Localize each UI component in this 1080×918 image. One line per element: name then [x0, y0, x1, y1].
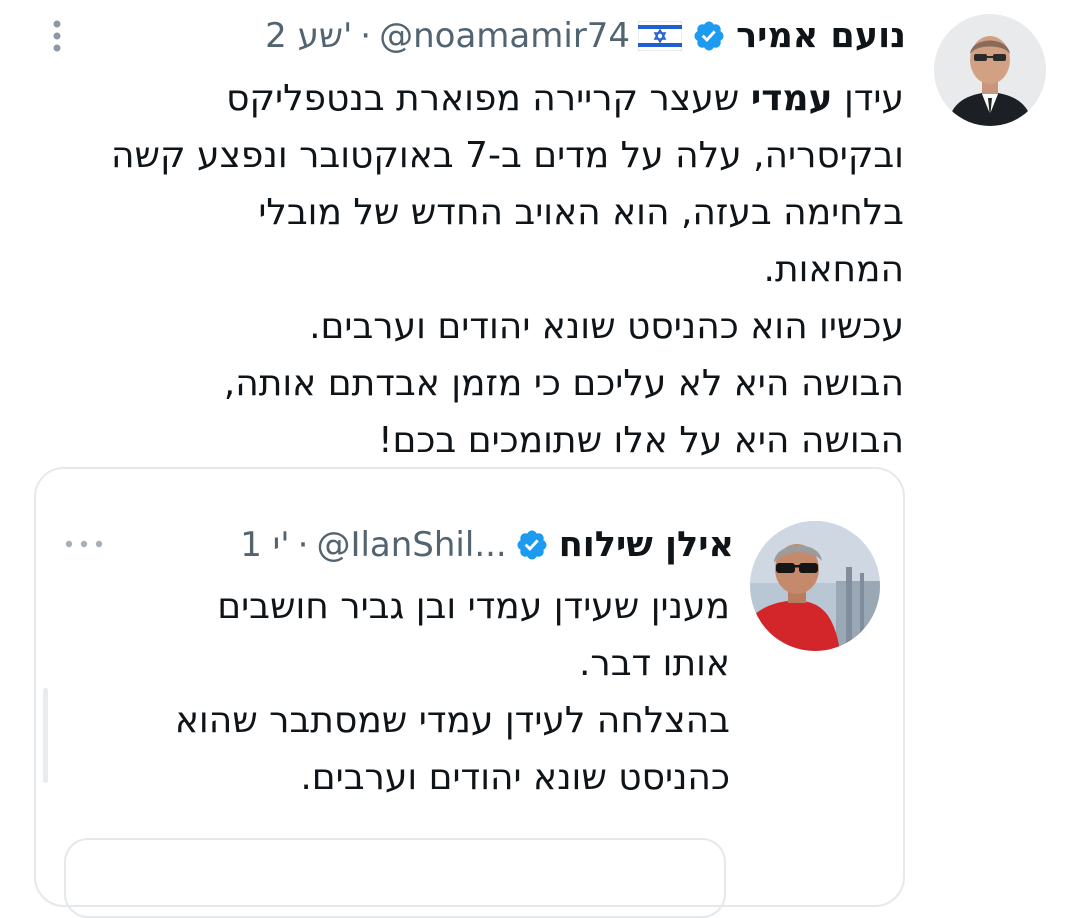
quoted-author-avatar[interactable] — [750, 521, 880, 651]
author-handle[interactable]: @noamamir74 — [379, 16, 630, 56]
quoted-meta-separator: · — [297, 525, 309, 565]
quoted-media-card[interactable] — [64, 838, 726, 918]
meta-separator: · — [360, 16, 372, 56]
scroll-indicator — [43, 688, 48, 783]
quoted-tweet-timestamp[interactable]: 1 י' — [240, 525, 289, 565]
quoted-author-avatar-image — [750, 521, 880, 651]
tweet-text-prefix: עידן — [832, 78, 904, 119]
quoted-tweet-header: אילן שילוח @IlanShil... · 1 י' — [240, 518, 734, 572]
tweet-text-bold: עמדי — [750, 78, 833, 119]
tweet-text-rest: ובקיסריה, עלה על מדים ב-7 באוקטובר ונפצע… — [111, 135, 904, 461]
tweet-header: נועם אמיר @noamamir74 · 2 שע' — [265, 12, 906, 60]
author-avatar-image — [934, 14, 1046, 126]
quoted-tweet-body: מענין שעידן עמדי ובן גביר חושבים אותו דב… — [174, 586, 730, 798]
author-display-name[interactable]: נועם אמיר — [736, 16, 906, 56]
tweet-body: עידן עמדי שעצר קריירה מפוארת בנטפליקס וב… — [24, 70, 904, 469]
quoted-author-handle[interactable]: @IlanShil... — [316, 525, 506, 565]
quoted-author-display-name[interactable]: אילן שילוח — [559, 525, 734, 565]
more-options-icon[interactable] — [48, 16, 66, 56]
tweet-text-line1-suffix: שעצר קריירה מפוארת בנטפליקס — [226, 78, 751, 119]
verified-badge-icon — [694, 21, 724, 51]
quoted-more-options-icon[interactable] — [64, 538, 104, 550]
israel-flag-icon — [638, 21, 683, 51]
quoted-verified-badge-icon — [517, 530, 547, 560]
tweet-timestamp[interactable]: 2 שע' — [265, 16, 352, 56]
author-avatar[interactable] — [934, 14, 1046, 126]
